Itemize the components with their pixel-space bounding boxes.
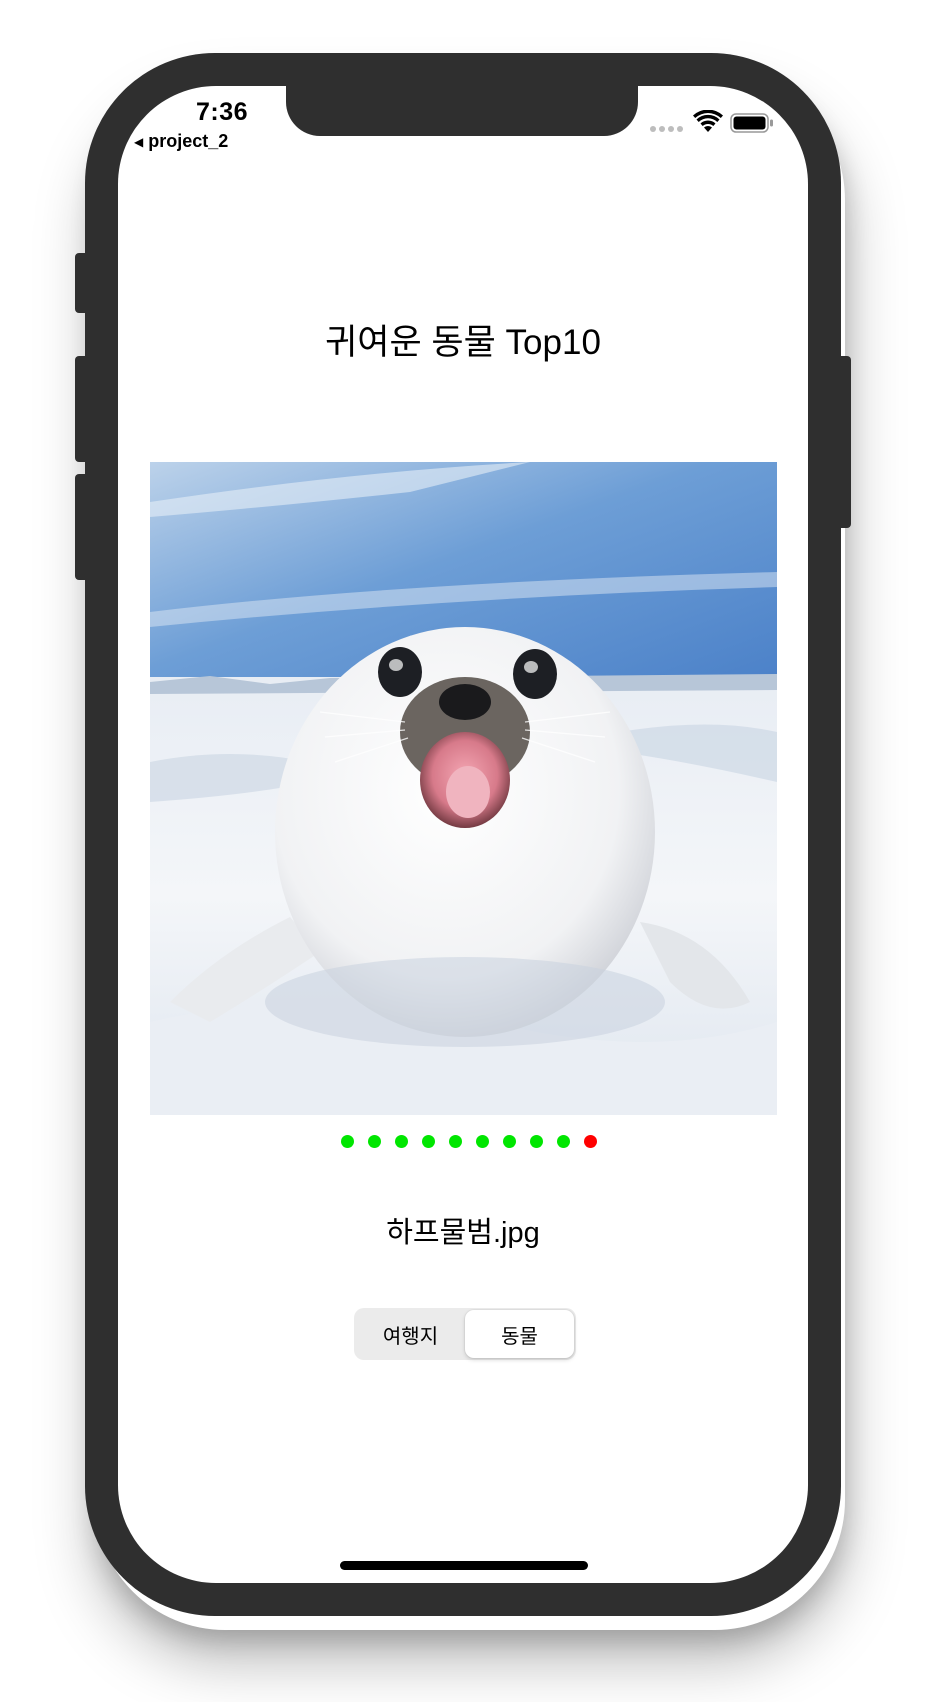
battery-icon <box>730 113 773 133</box>
page-dot[interactable] <box>449 1135 462 1148</box>
wifi-icon <box>693 110 723 132</box>
page-dot[interactable] <box>422 1135 435 1148</box>
status-time: 7:36 <box>195 98 249 126</box>
page: 7:36 ◀ project_2 귀여운 동물 Top10 하프물범.jpg 여… <box>0 0 926 1702</box>
page-dot[interactable] <box>557 1135 570 1148</box>
page-dot[interactable] <box>368 1135 381 1148</box>
back-to-app-link[interactable]: ◀ project_2 <box>134 131 228 152</box>
page-dot[interactable] <box>341 1135 354 1148</box>
page-dot[interactable] <box>530 1135 543 1148</box>
cellular-signal-icon <box>650 126 683 132</box>
category-segmented-control[interactable]: 여행지 동물 <box>354 1308 576 1360</box>
back-app-label: project_2 <box>148 131 229 151</box>
page-dot[interactable] <box>476 1135 489 1148</box>
seal-photo <box>150 462 777 1115</box>
notch <box>286 86 638 136</box>
segment-animals[interactable]: 동물 <box>465 1310 574 1358</box>
image-filename: 하프물범.jpg <box>386 1217 540 1249</box>
page-indicator[interactable] <box>118 1135 808 1148</box>
page-title: 귀여운 동물 Top10 <box>325 323 601 362</box>
screen: 7:36 ◀ project_2 귀여운 동물 Top10 하프물범.jpg 여… <box>118 86 808 1583</box>
back-arrow-icon: ◀ <box>134 134 144 149</box>
page-dot[interactable] <box>395 1135 408 1148</box>
page-dot-active[interactable] <box>584 1135 597 1148</box>
segment-travel[interactable]: 여행지 <box>356 1310 465 1358</box>
page-dot[interactable] <box>503 1135 516 1148</box>
home-indicator[interactable] <box>340 1561 588 1570</box>
